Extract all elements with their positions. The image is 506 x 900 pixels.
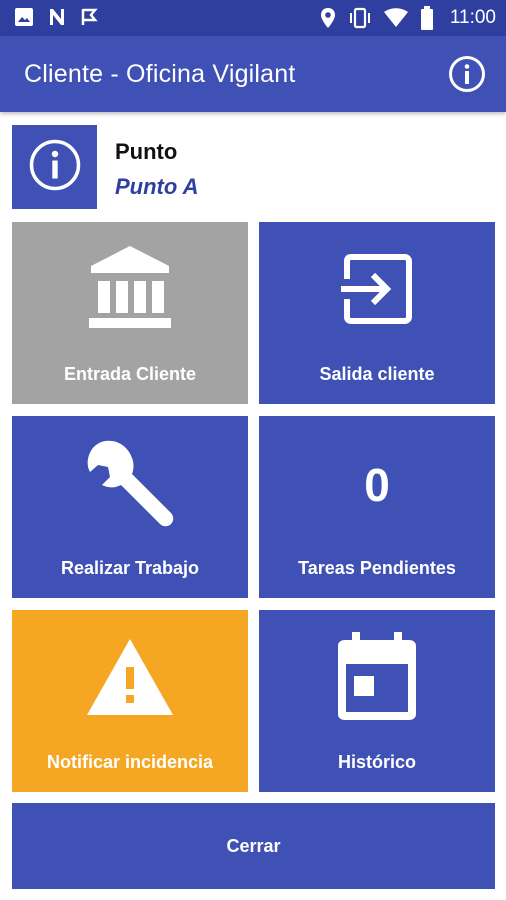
tile-label: Salida cliente bbox=[319, 364, 435, 384]
location-icon bbox=[320, 7, 336, 29]
flag-icon bbox=[80, 7, 100, 27]
app-title: Cliente - Oficina Vigilant bbox=[24, 60, 296, 88]
tareas-pendientes-tile[interactable]: 0 Tareas Pendientes bbox=[259, 416, 495, 598]
tile-label: Notificar incidencia bbox=[46, 752, 214, 772]
bank-icon bbox=[89, 245, 171, 337]
n-icon bbox=[47, 7, 67, 27]
calendar-icon bbox=[336, 631, 418, 727]
clock: 11:00 bbox=[449, 7, 496, 28]
status-bar: 11:00 bbox=[0, 0, 506, 36]
entrada-cliente-tile[interactable]: Entrada Cliente bbox=[12, 222, 248, 404]
app-bar: Cliente - Oficina Vigilant bbox=[0, 36, 506, 112]
notificar-incidencia-tile[interactable]: Notificar incidencia bbox=[12, 610, 248, 792]
exit-to-app-icon bbox=[339, 251, 415, 332]
close-button[interactable]: Cerrar bbox=[12, 803, 495, 889]
tile-label: Tareas Pendientes bbox=[298, 558, 456, 578]
point-icon-box bbox=[12, 125, 97, 209]
vibrate-icon bbox=[348, 7, 372, 29]
info-icon[interactable] bbox=[448, 55, 486, 93]
wrench-icon bbox=[82, 435, 178, 536]
tile-label: Entrada Cliente bbox=[63, 364, 197, 384]
image-icon bbox=[14, 7, 34, 27]
point-label: Punto bbox=[115, 139, 178, 164]
point-card: Punto Punto A bbox=[12, 125, 495, 209]
pending-count: 0 bbox=[364, 459, 390, 511]
tile-label: Histórico bbox=[337, 752, 416, 772]
point-value: Punto A bbox=[115, 174, 199, 199]
warning-icon bbox=[85, 637, 175, 722]
wifi-icon bbox=[383, 8, 408, 28]
realizar-trabajo-tile[interactable]: Realizar Trabajo bbox=[12, 416, 248, 598]
salida-cliente-tile[interactable]: Salida cliente bbox=[259, 222, 495, 404]
battery-icon bbox=[420, 6, 434, 30]
historico-tile[interactable]: Histórico bbox=[259, 610, 495, 792]
info-icon bbox=[28, 138, 82, 197]
tile-label: Realizar Trabajo bbox=[60, 558, 200, 578]
